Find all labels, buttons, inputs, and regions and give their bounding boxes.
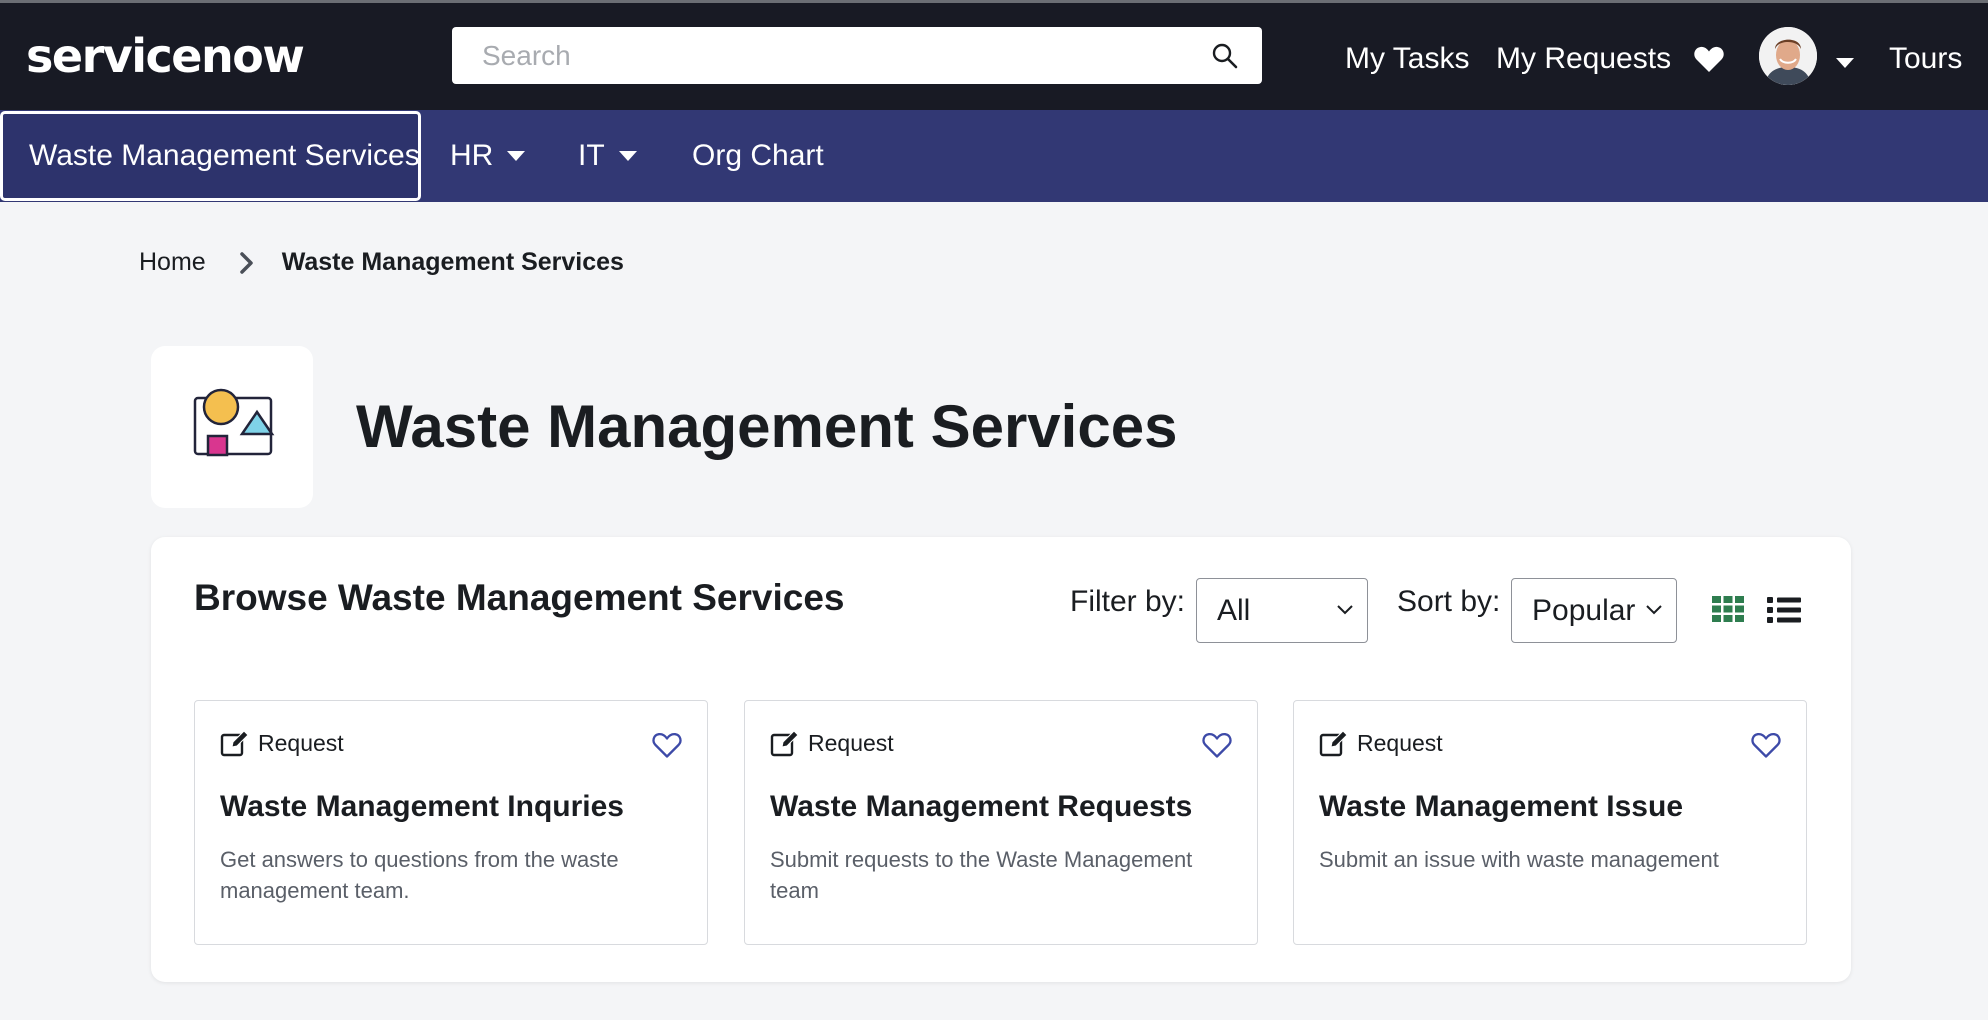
card-type: Request [1319,729,1443,757]
avatar[interactable] [1759,27,1817,85]
chevron-down-icon[interactable] [1836,58,1854,68]
card-description: Submit an issue with waste management [1319,847,1719,872]
menu-item-label: Org Chart [692,139,824,172]
breadcrumb: Home Waste Management Services [139,248,624,277]
chevron-down-icon [1337,605,1353,615]
search-box [452,27,1262,84]
browse-panel: Browse Waste Management Services Filter … [151,537,1851,982]
category-icon [151,346,313,508]
menu-item-waste-management-services[interactable]: Waste Management Services [0,111,421,201]
search-icon[interactable] [1210,41,1240,71]
list-view-icon[interactable] [1767,596,1801,624]
edit-icon [770,730,799,757]
sort-select[interactable]: Popular [1511,578,1677,643]
card-title: Waste Management Issue [1319,790,1683,823]
top-header: servicenow My Tasks My Requests Tours [0,0,1988,110]
menu-item-label: HR [450,139,494,172]
breadcrumb-current: Waste Management Services [281,248,624,276]
card-type-label: Request [258,729,344,756]
avatar-portrait [1759,27,1817,85]
edit-icon [220,730,249,757]
filter-label: Filter by: [1070,585,1186,618]
catalog-card[interactable]: Request Waste Management Issue Submit an… [1293,700,1807,945]
card-title: Waste Management Requests [770,790,1193,823]
servicenow-logo[interactable]: servicenow [26,29,305,83]
shapes-icon [193,388,275,457]
main-menu: Waste Management Services HR IT Org Char… [0,110,1988,202]
browse-title: Browse Waste Management Services [194,577,845,618]
menu-item-it[interactable]: IT [578,110,637,202]
card-description: Submit requests to the Waste Management … [770,847,1193,903]
page-title: Waste Management Services [356,393,1178,460]
edit-icon [1319,730,1348,757]
card-type: Request [770,729,894,757]
card-type: Request [220,729,344,757]
filter-select[interactable]: All [1196,578,1368,643]
heart-outline-icon[interactable] [651,731,683,759]
sort-value: Popular [1532,593,1636,627]
heart-outline-icon[interactable] [1201,731,1233,759]
heart-icon[interactable] [1693,45,1725,73]
chevron-down-icon [618,151,637,161]
breadcrumb-home-link[interactable]: Home [139,248,206,277]
filter-value: All [1217,593,1251,627]
card-type-label: Request [808,729,894,756]
catalog-card[interactable]: Request Waste Management Inquries Get an… [194,700,708,945]
my-tasks-link[interactable]: My Tasks [1345,39,1469,79]
tours-link[interactable]: Tours [1889,39,1962,79]
menu-item-hr[interactable]: HR [450,110,526,202]
card-description: Get answers to questions from the waste … [220,847,619,903]
sort-label: Sort by: [1397,585,1501,618]
heart-outline-icon[interactable] [1750,731,1782,759]
chevron-down-icon [1646,605,1662,615]
catalog-card[interactable]: Request Waste Management Requests Submit… [744,700,1258,945]
my-requests-link[interactable]: My Requests [1496,39,1671,79]
chevron-right-icon [239,251,253,274]
search-input[interactable] [452,27,1192,84]
menu-item-label: Waste Management Services [29,139,420,172]
logo-text: servicenow [26,29,305,83]
menu-item-label: IT [578,139,605,172]
card-title: Waste Management Inquries [220,790,624,823]
card-type-label: Request [1357,729,1443,756]
grid-view-icon[interactable] [1712,596,1744,622]
menu-item-org-chart[interactable]: Org Chart [692,110,824,202]
chevron-down-icon [507,151,526,161]
